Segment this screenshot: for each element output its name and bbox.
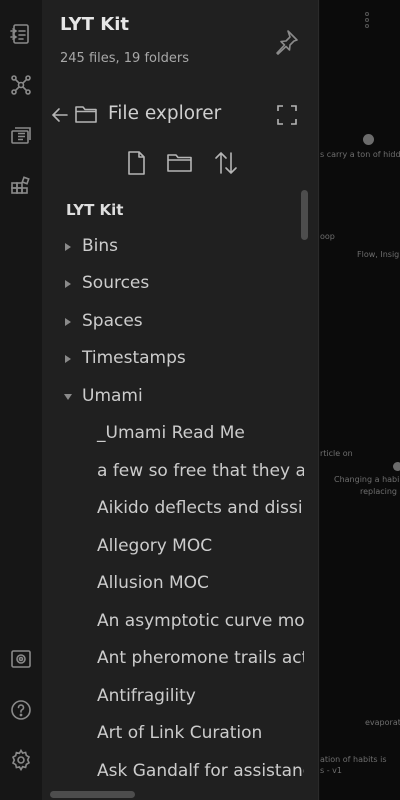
graph-node-label: replacing: [360, 487, 398, 496]
graph-node-label: oop: [320, 232, 335, 241]
file-label: Ask Gandalf for assistanc: [97, 760, 304, 781]
graph-node-label: evaporat: [365, 718, 400, 727]
expand-icon[interactable]: [276, 104, 298, 126]
folder-label: Sources: [82, 273, 150, 293]
slides-icon[interactable]: [9, 123, 33, 147]
folder-item-sources[interactable]: Sources: [42, 267, 304, 305]
new-folder-icon[interactable]: [166, 149, 194, 177]
left-ribbon: [0, 0, 42, 800]
panel-title: File explorer: [108, 103, 222, 124]
file-label: Antifragility: [97, 685, 196, 706]
file-label: _Umami Read Me: [97, 423, 245, 443]
file-label: Art of Link Curation: [97, 723, 263, 743]
vault-name: LYT Kit: [60, 14, 129, 35]
graph-node-label: ation of habits is: [320, 755, 387, 764]
folder-item-bins[interactable]: Bins: [42, 230, 304, 268]
file-label: Allegory MOC: [97, 535, 213, 556]
graph-node-label: Flow, Insig: [357, 250, 400, 259]
graph-view-icon[interactable]: [9, 73, 33, 97]
graph-node[interactable]: [393, 462, 400, 471]
vault-icon[interactable]: [9, 647, 33, 671]
settings-icon[interactable]: [9, 748, 33, 772]
caret-down-icon: [64, 393, 72, 400]
file-label: An asymptotic curve mod: [97, 610, 304, 631]
file-item[interactable]: Art of Link Curation: [42, 717, 304, 755]
graph-view-canvas[interactable]: s carry a ton of hidd oop Flow, Insig rt…: [320, 0, 400, 800]
file-item[interactable]: An asymptotic curve mod: [42, 605, 304, 643]
back-arrow-icon[interactable]: [50, 105, 70, 125]
vault-stats: 245 files, 19 folders: [60, 51, 189, 66]
folder-item-spaces[interactable]: Spaces: [42, 305, 304, 343]
file-item[interactable]: Aikido deflects and dissip: [42, 492, 304, 530]
folder-item-timestamps[interactable]: Timestamps: [42, 342, 304, 380]
file-label: Allusion MOC: [97, 573, 209, 593]
horizontal-scrollbar[interactable]: [50, 791, 135, 798]
plugins-icon[interactable]: [9, 175, 33, 199]
graph-node-label: s - v1: [320, 766, 342, 775]
caret-right-icon: [65, 280, 71, 288]
folder-label: Umami: [82, 385, 143, 406]
graph-node-label: Changing a habi: [334, 475, 400, 484]
sort-icon[interactable]: [212, 149, 240, 177]
sidebar-panel: LYT Kit 245 files, 19 folders File explo…: [42, 0, 319, 800]
file-tree: LYT Kit Bins Sources Spaces Timestamps U…: [42, 192, 304, 792]
folder-item-umami[interactable]: Umami: [42, 380, 304, 418]
new-note-icon[interactable]: [122, 149, 150, 177]
file-item[interactable]: Ask Gandalf for assistanc: [42, 755, 304, 793]
file-item[interactable]: _Umami Read Me: [42, 417, 304, 455]
file-item[interactable]: Antifragility: [42, 680, 304, 718]
graph-node[interactable]: [363, 134, 374, 145]
file-label: Aikido deflects and dissip: [97, 498, 304, 518]
file-item[interactable]: a few so free that they a: [42, 455, 304, 493]
folder-label: Spaces: [82, 310, 143, 331]
pin-icon[interactable]: [272, 28, 300, 56]
file-item[interactable]: Ant pheromone trails act: [42, 642, 304, 680]
file-explorer-actions: [122, 149, 262, 177]
folder-label: Timestamps: [82, 348, 186, 368]
graph-node-label: rticle on: [320, 449, 353, 458]
more-options-icon[interactable]: [365, 12, 371, 30]
file-item[interactable]: Allusion MOC: [42, 567, 304, 605]
folder-icon: [74, 102, 98, 126]
tree-root[interactable]: LYT Kit: [42, 192, 304, 230]
vertical-scrollbar[interactable]: [301, 190, 308, 240]
caret-right-icon: [65, 242, 71, 251]
file-label: Ant pheromone trails act: [97, 648, 304, 668]
graph-node-label: s carry a ton of hidd: [320, 150, 400, 159]
file-explorer-header: File explorer: [42, 98, 318, 132]
folder-label: Bins: [82, 235, 119, 256]
caret-right-icon: [65, 317, 71, 326]
file-item[interactable]: Allegory MOC: [42, 530, 304, 568]
help-icon[interactable]: [9, 698, 33, 722]
quick-switcher-icon[interactable]: [9, 22, 33, 46]
file-label: a few so free that they a: [97, 460, 304, 481]
caret-right-icon: [65, 355, 71, 363]
tree-root-label: LYT Kit: [66, 201, 124, 219]
